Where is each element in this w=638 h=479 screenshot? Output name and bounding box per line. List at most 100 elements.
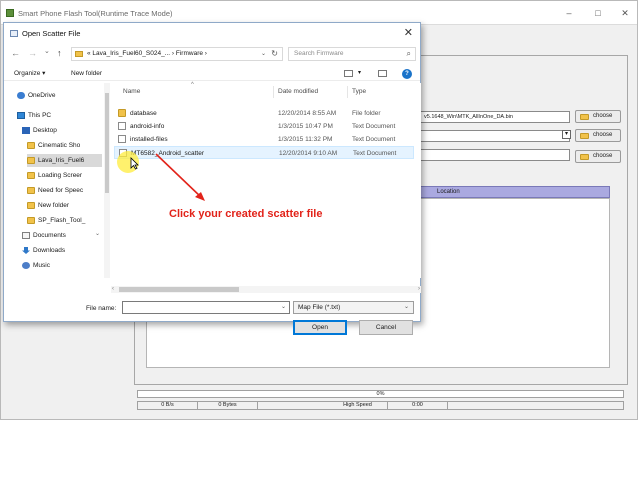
auth-file-field[interactable]	[420, 149, 570, 161]
file-row-installed-files[interactable]: installed-files 1/3/2015 11:32 PM Text D…	[114, 133, 414, 146]
status-mode: High Speed	[328, 402, 388, 409]
nav-item-label: Loading Screer	[38, 172, 83, 179]
file-type: Text Document	[353, 150, 397, 157]
scrollbar-thumb[interactable]	[119, 287, 239, 292]
horizontal-scrollbar[interactable]: ‹ ›	[111, 286, 421, 293]
up-arrow-icon[interactable]: ↑	[57, 48, 62, 58]
file-name-label: File name:	[86, 305, 117, 312]
dialog-titlebar: Open Scatter File ✕	[4, 23, 420, 43]
cancel-button[interactable]: Cancel	[359, 320, 413, 335]
download-agent-path: v5.1648_Win\MTK_AllInOne_DA.bin	[424, 114, 513, 120]
nav-item-label: Desktop	[33, 127, 57, 134]
chevron-down-icon[interactable]: ⌄	[95, 230, 100, 237]
music-icon	[22, 262, 30, 269]
address-bar[interactable]: « Lava_Iris_Fuel60_S024_... › Firmware ›…	[71, 47, 283, 61]
nav-item-music[interactable]: Music	[22, 259, 102, 272]
computer-icon	[17, 112, 25, 119]
text-file-icon	[118, 122, 126, 130]
choose-label: choose	[593, 113, 613, 119]
nav-item-documents[interactable]: Documents	[22, 229, 102, 242]
progress-bar: 0%	[137, 390, 624, 398]
nav-item-label: This PC	[28, 112, 52, 119]
file-date: 1/3/2015 11:32 PM	[278, 136, 333, 143]
dialog-title: Open Scatter File	[22, 29, 81, 38]
nav-item-label: Lava_Iris_Fuel6	[38, 157, 85, 164]
nav-item-label: OneDrive	[28, 92, 56, 99]
chevron-down-icon[interactable]: ⌄	[261, 48, 266, 60]
refresh-icon[interactable]: ↻	[271, 48, 278, 60]
open-button[interactable]: Open	[293, 320, 347, 335]
nav-item-lava-iris[interactable]: Lava_Iris_Fuel6	[27, 154, 102, 167]
forward-arrow-icon[interactable]: →	[28, 48, 37, 58]
nav-item-onedrive[interactable]: OneDrive	[17, 89, 102, 102]
breadcrumb[interactable]: « Lava_Iris_Fuel60_S024_... › Firmware ›	[87, 48, 207, 60]
nav-pane-scrollbar[interactable]	[104, 83, 110, 278]
download-agent-field[interactable]: v5.1648_Win\MTK_AllInOne_DA.bin	[420, 111, 570, 123]
status-speed: 0 B/s	[138, 402, 198, 409]
nav-item-downloads[interactable]: Downloads	[22, 244, 102, 257]
recent-dropdown-icon[interactable]: ⌄	[44, 47, 50, 55]
scroll-left-icon[interactable]: ‹	[112, 286, 114, 293]
chevron-down-icon[interactable]: ⌄	[281, 304, 286, 310]
sp-window-title: Smart Phone Flash Tool(Runtime Trace Mod…	[18, 9, 173, 18]
nav-item-cinematic[interactable]: Cinematic Sho	[27, 139, 102, 152]
maximize-button[interactable]: □	[591, 6, 605, 20]
nav-item-loading-screen[interactable]: Loading Screer	[27, 169, 102, 182]
nav-item-need-for-speed[interactable]: Need for Speec	[27, 184, 102, 197]
dialog-close-button[interactable]: ✕	[404, 26, 413, 39]
search-icon: ⌕	[406, 49, 411, 58]
command-bar: Organize ▾ New folder ▾ ?	[4, 66, 420, 81]
nav-item-desktop[interactable]: Desktop	[22, 124, 102, 137]
file-row-android-info[interactable]: android-info 1/3/2015 10:47 PM Text Docu…	[114, 120, 414, 133]
choose-label: choose	[593, 132, 613, 138]
file-type: Text Document	[352, 136, 396, 143]
scrollbar-thumb[interactable]	[105, 93, 109, 193]
minimize-button[interactable]: –	[562, 6, 576, 20]
help-icon[interactable]: ?	[402, 69, 412, 79]
file-type-value: Map File (*.txt)	[298, 304, 341, 311]
choose-da-button[interactable]: choose	[575, 110, 621, 123]
text-file-icon	[118, 135, 126, 143]
file-name: installed-files	[130, 136, 168, 143]
column-divider[interactable]	[347, 86, 348, 98]
folder-icon	[580, 114, 589, 120]
view-dropdown-icon[interactable]: ▾	[358, 66, 361, 81]
location-column-header[interactable]: Location	[420, 186, 610, 198]
search-input[interactable]: Search Firmware ⌕	[288, 47, 416, 61]
navigation-bar: ← → ⌄ ↑ « Lava_Iris_Fuel60_S024_... › Fi…	[4, 45, 420, 63]
folder-icon	[580, 154, 589, 160]
chevron-down-icon: ⌄	[403, 304, 409, 310]
preview-pane-icon[interactable]	[378, 70, 387, 77]
app-icon	[6, 9, 14, 17]
file-type-select[interactable]: Map File (*.txt) ⌄	[293, 301, 414, 314]
nav-item-label: Cinematic Sho	[38, 142, 81, 149]
nav-item-this-pc[interactable]: This PC	[17, 109, 102, 122]
close-window-button[interactable]: ✕	[618, 6, 632, 20]
column-divider[interactable]	[273, 86, 274, 98]
back-arrow-icon[interactable]: ←	[11, 48, 20, 58]
status-bytes: 0 Bytes	[198, 402, 258, 409]
file-name: android-info	[130, 123, 165, 130]
nav-item-label: Documents	[33, 232, 66, 239]
file-row-database[interactable]: database 12/20/2014 8:55 AM File folder	[114, 107, 414, 120]
column-header-date[interactable]: Date modified	[278, 88, 318, 95]
view-options-icon[interactable]	[344, 70, 353, 77]
instruction-annotation: Click your created scatter file	[169, 208, 323, 220]
scatter-loading-field[interactable]	[420, 130, 570, 142]
folder-icon	[75, 51, 83, 57]
nav-item-new-folder[interactable]: New folder	[27, 199, 102, 212]
new-folder-button[interactable]: New folder	[71, 66, 102, 81]
file-type: File folder	[352, 110, 381, 117]
folder-icon	[27, 187, 35, 194]
column-header-name[interactable]: Name	[123, 88, 140, 95]
file-name-input[interactable]: ⌄	[122, 301, 290, 314]
scatter-dropdown-arrow[interactable]: ▾	[562, 130, 571, 139]
cloud-icon	[17, 92, 25, 99]
column-header-type[interactable]: Type	[352, 88, 366, 95]
scroll-right-icon[interactable]: ›	[418, 286, 420, 293]
nav-item-sp-flash-tool[interactable]: SP_Flash_Tool_	[27, 214, 102, 227]
choose-auth-button[interactable]: choose	[575, 150, 621, 163]
organize-button[interactable]: Organize ▾	[14, 66, 45, 81]
choose-label: choose	[593, 153, 613, 159]
choose-scatter-button[interactable]: choose	[575, 129, 621, 142]
